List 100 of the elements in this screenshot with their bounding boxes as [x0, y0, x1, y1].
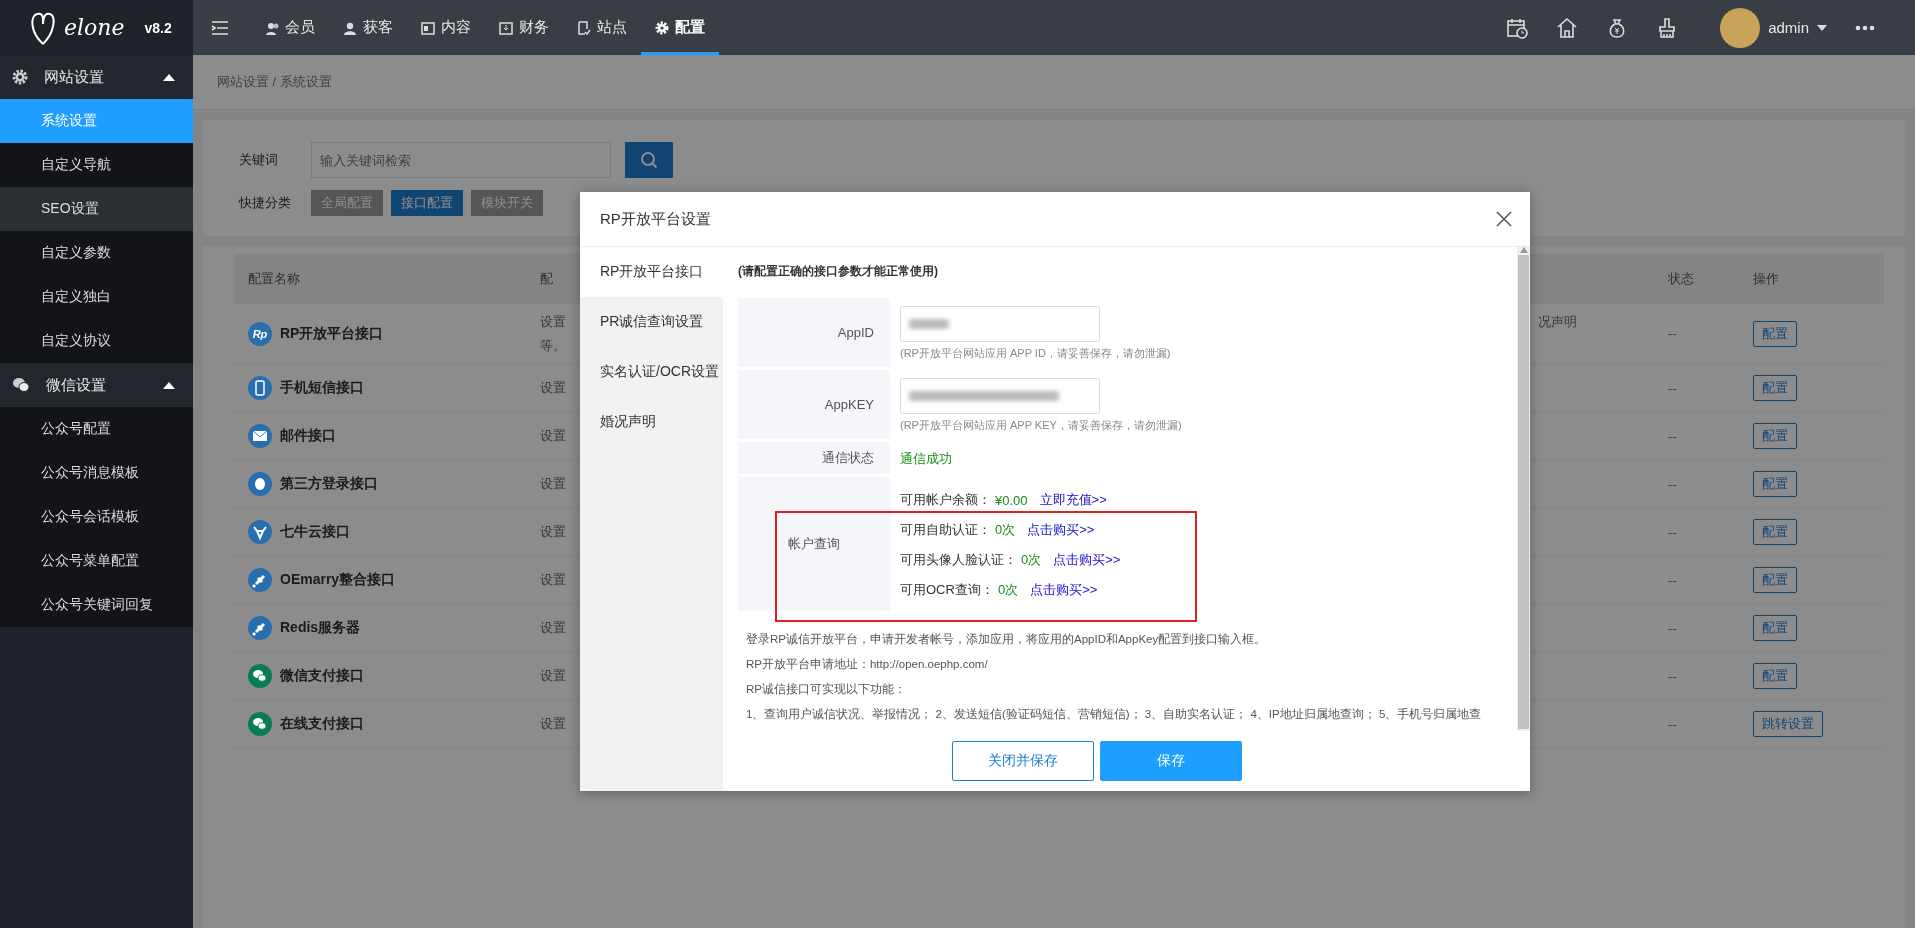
row-name: 在线支付接口 [280, 715, 364, 733]
form-label: AppKEY [738, 370, 890, 439]
home-icon[interactable] [1556, 16, 1579, 39]
table-cell-text: 设置 [540, 619, 566, 637]
sidebar-item[interactable]: 自定义协议 [0, 319, 193, 363]
table-cell-text: 等。 [540, 336, 566, 355]
users-icon [265, 20, 279, 35]
row-name: 第三方登录接口 [280, 475, 378, 493]
gear-icon [12, 69, 28, 85]
column-header: 操作 [1753, 271, 1779, 286]
table-cell-text: 设置 [540, 427, 566, 445]
purchase-link[interactable]: 点击购买>> [1027, 521, 1095, 539]
archive-icon [499, 20, 513, 35]
sidebar-group[interactable]: 微信设置 [0, 363, 193, 407]
purchase-link[interactable]: 点击购买>> [1030, 581, 1098, 599]
table-cell: -- [1668, 620, 1677, 636]
chat-bubbles-icon [12, 377, 30, 393]
row-name: 微信支付接口 [280, 667, 364, 685]
note-text: 登录RP诚信开放平台，申请开发者帐号，添加应用，将应用的AppID和AppKey配置到接口输入框。 [746, 632, 1268, 647]
search-field[interactable]: 输入关键词检索 [311, 142, 611, 178]
scrollbar[interactable] [1517, 247, 1530, 731]
sidebar-item[interactable]: 公众号会话模板 [0, 495, 193, 539]
avatar[interactable] [1720, 7, 1761, 48]
nav-tab[interactable]: 财务 [485, 0, 563, 55]
account-value: 0次 [1021, 551, 1042, 569]
dialog-tab[interactable]: PR诚信查询设置 [580, 297, 723, 347]
purchase-link[interactable]: 立即充值>> [1039, 491, 1107, 509]
form-label: 通信状态 [738, 442, 890, 474]
sidebar-item[interactable]: 公众号菜单配置 [0, 539, 193, 583]
close-save-button[interactable]: 关闭并保存 [951, 741, 1094, 781]
table-cell: 况声明 [1538, 314, 1577, 329]
gear-icon [655, 20, 669, 35]
more-icon[interactable] [1855, 24, 1875, 31]
note-text: RP开放平台申请地址：http://open.oephp.com/ [746, 657, 989, 672]
row-icon: Rp [248, 321, 272, 346]
document-icon [577, 20, 591, 35]
field-label: 关键词 [239, 151, 279, 169]
text-field[interactable] [900, 306, 1100, 342]
notice-text: (请配置正确的接口参数才能正常使用) [738, 263, 939, 280]
sidebar-group[interactable]: 网站设置 [0, 55, 193, 99]
user-icon [343, 20, 357, 35]
table-cell-text: 设置 [540, 312, 566, 331]
nav-tab[interactable]: 站点 [563, 0, 641, 55]
row-name: 手机短信接口 [280, 379, 364, 397]
blurred-value [909, 319, 949, 329]
search-button[interactable] [625, 142, 673, 178]
search-icon [640, 151, 658, 169]
note-text: 1、查询用户诚信状况、举报情况； 2、发送短信(验证码短信、营销短信)； 3、自助实名认证； 4、IP地址归属地查询； 5、手机号归属地查 [746, 707, 1483, 722]
table-cell-text: 设置 [540, 715, 566, 733]
account-value: 0次 [995, 521, 1016, 539]
window-icon [421, 20, 435, 35]
column-header: 状态 [1668, 271, 1694, 286]
sidebar-item[interactable]: 公众号关键词回复 [0, 583, 193, 627]
table-cell-text: 设置 [540, 475, 566, 493]
nav-tab[interactable]: 内容 [407, 0, 485, 55]
status-text: 通信成功 [900, 451, 952, 466]
dialog-tab[interactable]: 实名认证/OCR设置 [580, 347, 723, 397]
caret-icon [1817, 24, 1827, 31]
close-icon[interactable] [1496, 211, 1512, 227]
purchase-link[interactable]: 点击购买>> [1053, 551, 1121, 569]
account-value: 0次 [997, 581, 1019, 599]
table-cell: -- [1668, 572, 1677, 588]
user-menu[interactable]: admin [1768, 19, 1809, 36]
row-name: 七牛云接口 [280, 523, 350, 541]
nav-tab[interactable]: 会员 [251, 0, 329, 55]
nav-tab[interactable]: 获客 [329, 0, 407, 55]
row-name: RP开放平台接口 [280, 324, 384, 343]
sidebar-item[interactable]: 自定义独白 [0, 275, 193, 319]
column-header: 配 [540, 271, 553, 286]
table-cell: -- [1668, 668, 1677, 684]
calendar-clock-icon[interactable] [1506, 16, 1529, 39]
field-hint: (RP开放平台网站应用 APP KEY，请妥善保存，请勿泄漏) [900, 418, 1183, 433]
dialog-tab[interactable]: RP开放平台接口 [580, 247, 723, 297]
text-field[interactable] [900, 378, 1100, 414]
sidebar-item[interactable]: 公众号配置 [0, 407, 193, 451]
row-name: 邮件接口 [280, 427, 336, 445]
table-cell: -- [1668, 716, 1677, 732]
logo-wordmark: elone [64, 15, 125, 40]
form-label: AppID [738, 298, 890, 367]
sidebar-item[interactable]: SEO设置 [0, 187, 193, 231]
sidebar-item[interactable]: 自定义参数 [0, 231, 193, 275]
account-label: 可用OCR查询： [900, 581, 994, 599]
dialog-tab[interactable]: 婚况声明 [580, 397, 723, 447]
table-cell-text: 设置 [540, 571, 566, 589]
sidebar-item[interactable]: 公众号消息模板 [0, 451, 193, 495]
account-label: 可用自助认证： [900, 521, 991, 539]
table-cell-text: 设置 [540, 523, 566, 541]
breadcrumb: 网站设置 / 系统设置 [193, 55, 1915, 110]
field-label: 快捷分类 [239, 194, 292, 212]
table-cell: -- [1668, 428, 1677, 444]
menu-icon[interactable] [211, 20, 229, 35]
dialog-title: RP开放平台设置 [600, 209, 712, 229]
table-cell-text: 设置 [540, 667, 566, 685]
form-label: 帐户查询 [738, 477, 890, 611]
sidebar-item[interactable]: 自定义导航 [0, 143, 193, 187]
group-label: 网站设置 [44, 67, 104, 87]
account-label: 可用帐户余额： [900, 491, 991, 509]
row-name: OEmarry整合接口 [280, 571, 396, 589]
table-cell: -- [1668, 380, 1677, 396]
group-label: 微信设置 [46, 375, 106, 395]
